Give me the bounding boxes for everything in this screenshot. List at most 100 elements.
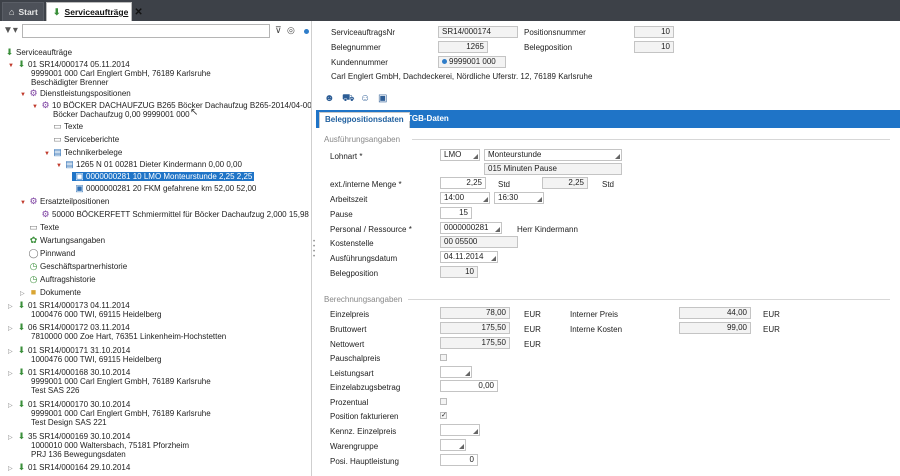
einzelabzug-input[interactable]: 0,00	[440, 380, 498, 392]
service-order-tree: ⬇ Serviceaufträge ▼ ⬇ 01 SR14/000174 05.11.…	[0, 43, 311, 476]
collapsed-icon[interactable]: ▷	[8, 303, 16, 312]
tab-start[interactable]: ⌂ Start	[2, 2, 44, 21]
tree-node-ersatzteil[interactable]: ▼ ⚙ Ersatzteilpositionen	[20, 197, 109, 208]
customer-address: Carl Englert GmbH, Dachdeckerei, Nördlic…	[331, 72, 593, 81]
position-icon: ⚙	[41, 100, 50, 110]
expanded-icon[interactable]: ▼	[20, 91, 28, 100]
collapsed-icon[interactable]: ▷	[8, 465, 16, 474]
history-icon: ◷	[29, 274, 38, 284]
personal-select[interactable]: 0000000281	[440, 222, 502, 234]
collapsed-icon[interactable]: ▷	[8, 434, 16, 443]
tree-node-order[interactable]: ▷ ⬇ 01 SR14/000164 29.10.2014	[8, 463, 130, 474]
filter-dropdown-icon[interactable]: ▼▾	[3, 25, 18, 36]
expanded-icon[interactable]: ▼	[8, 62, 16, 71]
tree-node-root[interactable]: ⬇ Serviceaufträge	[4, 47, 72, 58]
user-transfer-icon[interactable]: ☺	[360, 93, 370, 104]
folder-icon: ■	[30, 287, 37, 297]
close-icon[interactable]: ✕	[134, 7, 142, 18]
menge-int-unit: Std	[602, 180, 615, 189]
hauptleistung-input[interactable]: 0	[440, 454, 478, 466]
interner-preis-currency: EUR	[763, 310, 780, 319]
section-divider	[408, 299, 890, 300]
collapsed-icon[interactable]: ▷	[8, 402, 16, 411]
arbeitszeit-to-select[interactable]: 16:30	[494, 192, 544, 204]
menge-ext-input[interactable]: 2,25	[440, 177, 486, 189]
tree-node-geschaeftspartnerhistorie[interactable]: ◷ Geschäftspartnerhistorie	[28, 261, 128, 272]
monitor-icon[interactable]: ▣	[378, 93, 387, 104]
nettowert-currency: EUR	[524, 340, 541, 349]
collapsed-icon[interactable]: ▷	[8, 325, 16, 334]
funnel-icon[interactable]: ⊽	[275, 25, 282, 36]
positionsnummer-field: 10	[634, 26, 674, 38]
detail-pane: ServiceauftragsNr SR14/000174 Positionsn…	[316, 21, 900, 476]
order-icon: ⬇	[17, 322, 26, 332]
prozentual-checkbox[interactable]	[440, 398, 447, 405]
ausfuehrungsdatum-label: Ausführungsdatum	[330, 254, 398, 263]
pauschalpreis-checkbox[interactable]	[440, 354, 447, 361]
interner-preis-label: Interner Preis	[570, 310, 619, 319]
arbeitszeit-from-select[interactable]: 14:00	[440, 192, 490, 204]
einzelpreis-currency: EUR	[524, 310, 541, 319]
tree-node-order-line: 7810000 000 Zoe Hart, 76351 Linkenheim-H…	[31, 332, 227, 341]
expanded-icon[interactable]: ▼	[20, 199, 28, 208]
history-icon: ◷	[29, 261, 38, 271]
tree-node-ersatzteil-item[interactable]: ⚙ 50000 BÖCKERFETT Schmiermittel für Böck…	[40, 210, 308, 220]
fakturieren-checkbox[interactable]: ✓	[440, 412, 447, 419]
tree-node-dokumente[interactable]: ▷ ■ Dokumente	[20, 288, 81, 299]
kennz-einzelpreis-select[interactable]	[440, 424, 480, 436]
tree-node-order-line: 1000476 000 TWI, 69115 Heidelberg	[31, 355, 162, 364]
interne-kosten-currency: EUR	[763, 325, 780, 334]
order-icon: ⬇	[17, 462, 26, 472]
filter-input[interactable]	[22, 24, 270, 38]
tree-node-auftragshistorie[interactable]: ◷ Auftragshistorie	[28, 274, 96, 285]
belegnummer-label: Belegnummer	[331, 43, 381, 52]
ausfuehrungsdatum-picker[interactable]: 04.11.2014	[440, 251, 498, 263]
section-ausfuehrungsangaben: Ausführungsangaben	[324, 135, 401, 144]
tree-node-beleg-item[interactable]: ▣ 0000000281 20 FKM gefahrene km 52,00 52…	[74, 184, 256, 194]
positionsnummer-label: Positionsnummer	[524, 28, 586, 37]
bruttowert-currency: EUR	[524, 325, 541, 334]
tab-bar: ⌂ Start ⬇ Serviceaufträge ✕	[0, 0, 900, 21]
leistungsart-select[interactable]	[440, 366, 472, 378]
lohnart-desc2-field: 015 Minuten Pause	[484, 163, 622, 175]
binoculars-icon[interactable]: ◎	[287, 25, 295, 36]
expanded-icon[interactable]: ▼	[44, 150, 52, 159]
warengruppe-select[interactable]	[440, 439, 466, 451]
collapsed-icon[interactable]: ▷	[8, 348, 16, 357]
pause-input[interactable]: 15	[440, 207, 472, 219]
tree-node-beleg-item-selected[interactable]: ▣ 0000000281 10 LMO Monteurstunde 2,25 2,…	[72, 172, 255, 181]
tree-node-order-line: PRJ 136 Bewegungsdaten	[31, 450, 126, 459]
person-icon[interactable]: ☻	[324, 93, 335, 104]
warengruppe-label: Warengruppe	[330, 442, 379, 451]
expanded-icon[interactable]: ▼	[56, 162, 64, 171]
tree-node-wartungsangaben[interactable]: ✿ Wartungsangaben	[28, 236, 105, 246]
tab-tgb-daten[interactable]: TGB-Daten	[402, 112, 454, 128]
tree-node-technikerbelege[interactable]: ▼ ▤ Technikerbelege	[44, 148, 122, 159]
lohnart-desc-field[interactable]: Monteurstunde	[484, 149, 622, 161]
belegposition2-field: 10	[440, 266, 478, 278]
detail-tabs: Belegpositionsdaten TGB-Daten	[316, 110, 900, 128]
service-positions-icon: ⚙	[29, 88, 38, 98]
tab-serviceauftraege[interactable]: ⬇ Serviceaufträge ✕	[46, 2, 143, 21]
personal-name: Herr Kindermann	[517, 225, 578, 234]
tree-node-serviceberichte[interactable]: ▭ Serviceberichte	[52, 135, 119, 145]
tree-node-texte-order[interactable]: ▭ Texte	[28, 222, 59, 233]
belegposition-field: 10	[634, 41, 674, 53]
mouse-pointer-icon: ↖	[190, 107, 199, 118]
collapsed-icon[interactable]: ▷	[20, 290, 28, 299]
tree-node-texte[interactable]: ▭ Texte	[52, 122, 83, 132]
document-icon: ▭	[29, 222, 38, 232]
expanded-icon[interactable]: ▼	[32, 103, 40, 112]
tab-belegpositionsdaten[interactable]: Belegpositionsdaten	[319, 112, 410, 128]
arbeitszeit-label: Arbeitszeit	[330, 195, 368, 204]
leistungsart-label: Leistungsart	[330, 369, 374, 378]
cart-icon[interactable]: ⛟	[342, 93, 355, 106]
tree-node-pinnwand[interactable]: ◯Pinnwand	[28, 249, 75, 259]
tree-node-beleg[interactable]: ▼ ▤ 1265 N 01 00281 Dieter Kindermann 0,00…	[56, 160, 242, 171]
collapsed-icon[interactable]: ▷	[8, 370, 16, 379]
download-arrow-icon: ⬇	[5, 47, 14, 57]
info-icon[interactable]	[442, 59, 447, 65]
lohnart-select[interactable]: LMO	[440, 149, 480, 161]
kennz-einzelpreis-label: Kennz. Einzelpreis	[330, 427, 397, 436]
tree-node-dienstleistung[interactable]: ▼ ⚙ Dienstleistungspositionen	[20, 89, 131, 100]
